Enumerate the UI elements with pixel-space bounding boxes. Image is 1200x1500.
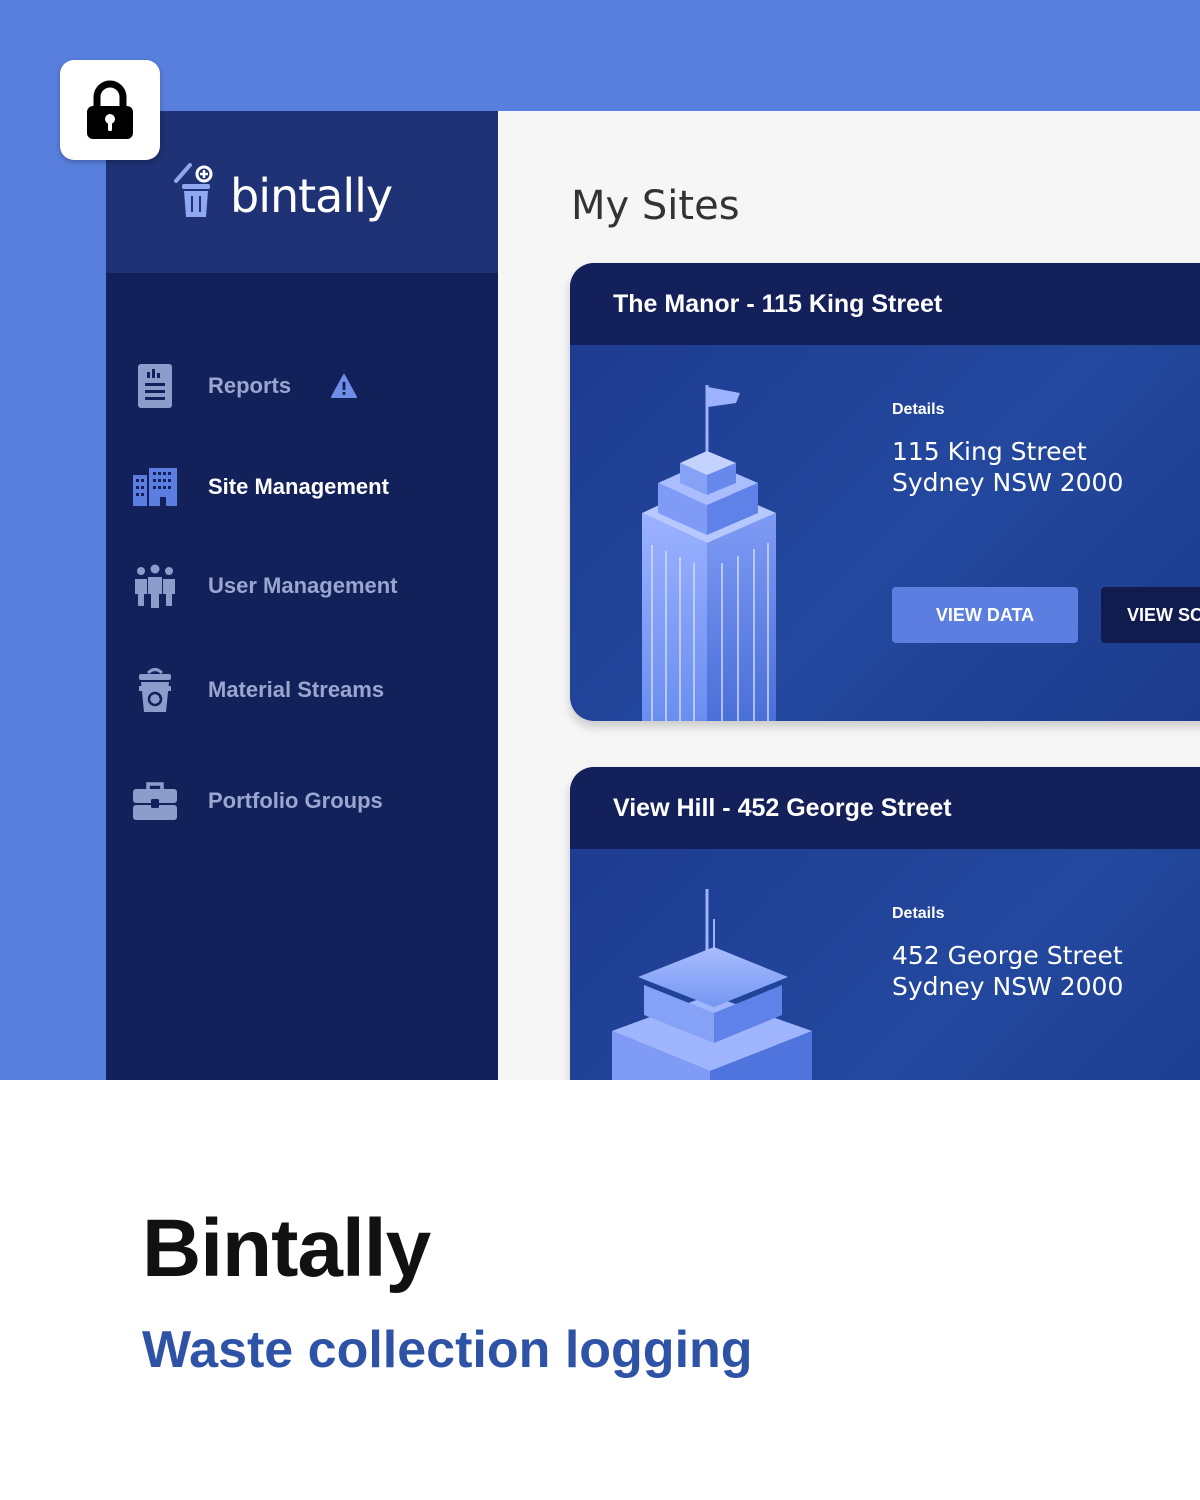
building-icon xyxy=(132,464,178,510)
brand-header: bintally xyxy=(106,111,498,273)
sidebar-item-label: User Management xyxy=(208,573,398,598)
caption-title: Bintally xyxy=(142,1203,431,1294)
site-card-title: The Manor - 115 King Street xyxy=(613,289,943,318)
site-card[interactable]: The Manor - 115 King Street Details 115 … xyxy=(570,263,1200,721)
site-card[interactable]: View Hill - 452 George Street Details 45… xyxy=(570,767,1200,1080)
report-icon xyxy=(132,363,178,409)
app-window: bintally Reports Site Management User Ma… xyxy=(106,111,1200,1080)
warning-icon xyxy=(331,374,358,398)
recycle-bin-icon xyxy=(132,667,178,713)
view-secondary-button[interactable]: VIEW SC xyxy=(1101,587,1200,643)
sidebar-item-label: Reports xyxy=(208,373,292,398)
address-line-2: Sydney NSW 2000 xyxy=(892,972,1124,1001)
users-icon xyxy=(132,563,178,609)
site-card-body: Details 452 George Street Sydney NSW 200… xyxy=(570,849,1200,1080)
sidebar-item-user-management[interactable]: User Management xyxy=(132,561,472,611)
site-card-header: View Hill - 452 George Street xyxy=(570,767,1200,849)
address-line-1: 115 King Street xyxy=(892,437,1087,466)
lock-badge xyxy=(60,60,160,160)
hero-banner: bintally Reports Site Management User Ma… xyxy=(0,0,1200,1080)
details-label: Details xyxy=(892,905,945,922)
sidebar-item-portfolio-groups[interactable]: Portfolio Groups xyxy=(132,776,472,826)
skyscraper-illustration xyxy=(642,385,776,721)
sidebar-item-reports[interactable]: Reports xyxy=(132,361,472,411)
sidebar: bintally Reports Site Management User Ma… xyxy=(106,111,498,1080)
lock-icon xyxy=(87,80,133,139)
sidebar-item-label: Material Streams xyxy=(208,677,385,702)
skyscraper-illustration xyxy=(612,889,812,1080)
brand-name: bintally xyxy=(230,169,393,223)
site-card-body: Details 115 King Street Sydney NSW 2000 … xyxy=(570,345,1200,721)
address-line-2: Sydney NSW 2000 xyxy=(892,468,1124,497)
view-data-button[interactable]: VIEW DATA xyxy=(892,587,1078,643)
sidebar-item-label: Portfolio Groups xyxy=(208,788,383,813)
bintally-logo-icon xyxy=(174,163,213,217)
site-card-header: The Manor - 115 King Street xyxy=(570,263,1200,345)
caption-panel: Bintally Waste collection logging xyxy=(0,1080,1200,1500)
address-line-1: 452 George Street xyxy=(892,941,1123,970)
briefcase-icon xyxy=(132,778,178,824)
sidebar-item-site-management[interactable]: Site Management xyxy=(132,462,472,512)
caption-subtitle: Waste collection logging xyxy=(142,1321,753,1379)
page-title: My Sites xyxy=(571,183,740,229)
sidebar-item-material-streams[interactable]: Material Streams xyxy=(132,665,472,715)
main-content: My Sites The Manor - 115 King Street Det… xyxy=(498,111,1200,1080)
details-label: Details xyxy=(892,401,945,418)
sidebar-item-label: Site Management xyxy=(208,474,389,499)
site-card-title: View Hill - 452 George Street xyxy=(613,793,952,822)
